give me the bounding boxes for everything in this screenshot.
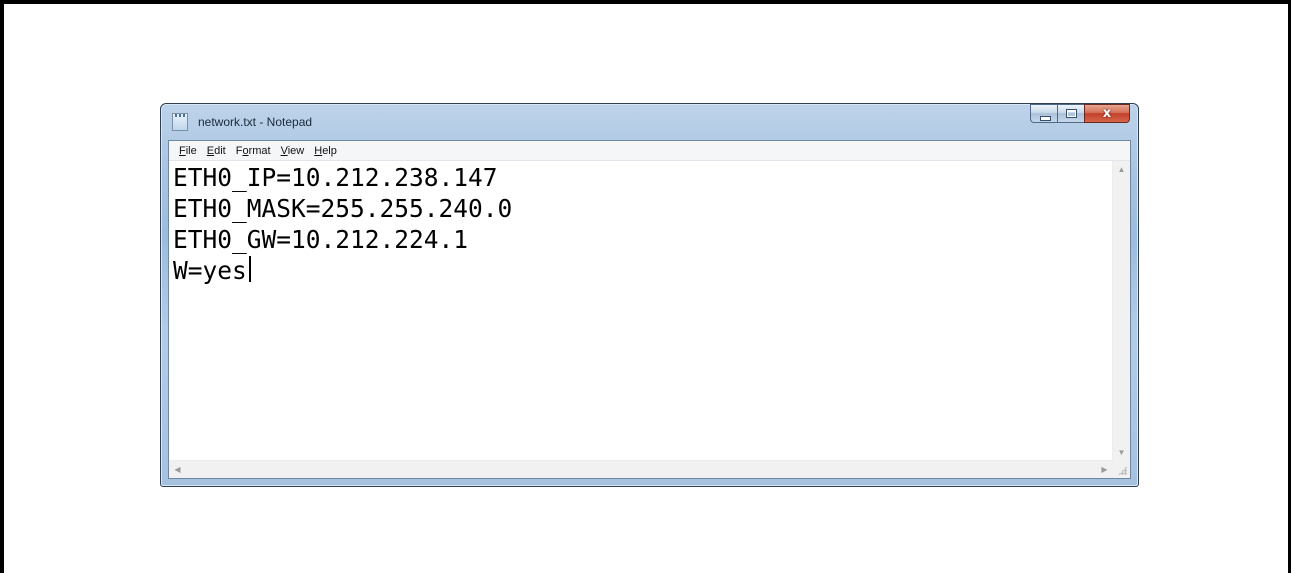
menu-view-label: iew [287,144,305,157]
scroll-down-arrow-icon[interactable]: ▼ [1113,444,1130,461]
text-line: ETH0_IP=10.212.238.147 [173,163,498,192]
maximize-button[interactable] [1057,104,1084,123]
notepad-icon[interactable] [172,113,188,131]
minimize-icon [1040,116,1051,121]
title-bar[interactable]: network.txt - Notepad x [161,104,1138,140]
scroll-up-arrow-icon[interactable]: ▲ [1113,161,1130,178]
text-line: ETH0_GW=10.212.224.1 [173,225,469,254]
menu-format[interactable]: Format [231,145,276,157]
menu-format-label: rmat [248,144,271,157]
menu-help[interactable]: Help [309,145,342,157]
notepad-window: network.txt - Notepad x File Edit Format… [160,103,1139,487]
menu-edit[interactable]: Edit [202,145,231,157]
scroll-right-arrow-icon[interactable]: ▶ [1096,461,1113,478]
menu-file-accel: F [179,144,186,157]
menu-view-accel: V [280,144,288,157]
document-text[interactable]: ETH0_IP=10.212.238.147 ETH0_MASK=255.255… [173,162,1110,461]
menu-view[interactable]: View [276,145,310,157]
client-area: File Edit Format View Help ETH0_IP=10.21… [168,140,1131,479]
caption-buttons: x [1030,104,1130,124]
menu-help-accel: H [314,144,323,157]
text-editor[interactable]: ETH0_IP=10.212.238.147 ETH0_MASK=255.255… [169,161,1130,461]
close-button[interactable]: x [1084,104,1130,123]
horizontal-scrollbar[interactable]: ◀ ▶ [169,460,1113,478]
menu-help-label: elp [322,144,337,157]
scroll-left-arrow-icon[interactable]: ◀ [169,461,186,478]
maximize-icon [1066,109,1077,118]
minimize-button[interactable] [1030,104,1057,123]
text-line-current-text: W=yes [173,256,247,285]
close-icon: x [1102,106,1112,121]
text-line: ETH0_MASK=255.255.240.0 [173,194,513,223]
text-line-current: W=yes [173,255,1110,286]
menu-bar: File Edit Format View Help [169,141,1130,161]
window-title: network.txt - Notepad [198,115,313,129]
menu-edit-label: dit [214,144,226,157]
vertical-scrollbar[interactable]: ▲ ▼ [1112,161,1130,461]
menu-file-label: ile [185,144,197,157]
menu-edit-accel: E [206,144,215,157]
text-caret [248,256,251,282]
menu-file[interactable]: File [174,145,202,157]
resize-grip-icon[interactable] [1113,461,1130,478]
